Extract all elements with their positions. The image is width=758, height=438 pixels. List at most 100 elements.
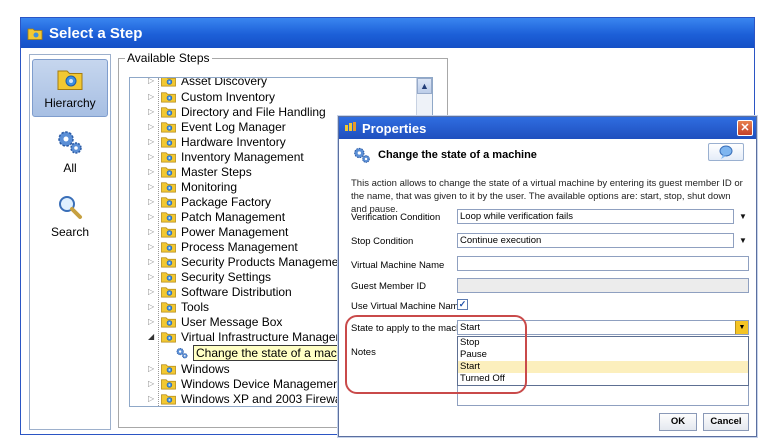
expand-arrow-icon[interactable]: ▷ xyxy=(148,152,158,161)
use-vm-name-label: Use Virtual Machine Name xyxy=(351,301,464,312)
stop-condition-select[interactable]: Continue execution xyxy=(457,233,734,248)
close-button[interactable]: ✕ xyxy=(737,120,753,136)
expand-arrow-icon[interactable]: ▷ xyxy=(148,197,158,206)
folder-icon xyxy=(161,121,176,133)
expand-arrow-icon[interactable]: ▷ xyxy=(148,257,158,266)
tree-node-label: Package Factory xyxy=(181,194,272,209)
nav-item-hierarchy[interactable]: Hierarchy xyxy=(32,59,108,117)
tree-node-windows-device[interactable]: ▷ Windows Device Management xyxy=(148,376,343,391)
folder-icon xyxy=(161,151,176,163)
tree-node-user-message-box[interactable]: ▷ User Message Box xyxy=(148,314,282,329)
expand-arrow-icon[interactable]: ▷ xyxy=(148,122,158,131)
tree-node-directory-file[interactable]: ▷ Directory and File Handling xyxy=(148,104,326,119)
gears-icon xyxy=(174,346,190,360)
tree-node-label: Master Steps xyxy=(181,164,252,179)
tree-node-windows[interactable]: ▷ Windows xyxy=(148,361,230,376)
available-steps-label: Available Steps xyxy=(125,51,212,65)
expand-arrow-icon[interactable]: ▷ xyxy=(148,137,158,146)
collapse-arrow-icon[interactable]: ◢ xyxy=(148,332,158,341)
cancel-button[interactable]: Cancel xyxy=(703,413,749,431)
tree-node-label: Custom Inventory xyxy=(181,89,276,104)
tree-node-label: Security Settings xyxy=(181,269,272,284)
gears-icon xyxy=(351,145,373,165)
expand-arrow-icon[interactable]: ▷ xyxy=(148,272,158,281)
tree-node-label: Power Management xyxy=(181,224,289,239)
folder-icon xyxy=(161,256,176,268)
tree-node-tools[interactable]: ▷ Tools xyxy=(148,299,209,314)
gears-icon xyxy=(55,127,85,157)
chevron-down-icon[interactable]: ▼ xyxy=(737,233,749,248)
folder-icon xyxy=(161,181,176,193)
tree-node-hardware-inventory[interactable]: ▷ Hardware Inventory xyxy=(148,134,286,149)
folder-icon xyxy=(161,301,176,313)
guest-member-id-input[interactable] xyxy=(457,278,749,293)
nav-item-all[interactable]: All xyxy=(32,127,108,175)
dialog-heading-text: Change the state of a machine xyxy=(378,149,537,161)
folder-icon xyxy=(161,77,176,87)
nav-label-search: Search xyxy=(50,225,90,239)
expand-arrow-icon[interactable]: ▷ xyxy=(148,242,158,251)
tree-node-change-state[interactable]: Change the state of a machine xyxy=(174,344,363,361)
tree-node-asset-discovery[interactable]: ▷ Asset Discovery xyxy=(148,77,267,88)
tree-node-windows-firewall[interactable]: ▷ Windows XP and 2003 Firewall xyxy=(148,391,347,406)
expand-arrow-icon[interactable]: ▷ xyxy=(148,78,158,85)
use-vm-name-checkbox[interactable]: ✓ xyxy=(457,299,468,310)
chevron-down-icon[interactable]: ▼ xyxy=(735,321,748,334)
dialog-title: Properties xyxy=(362,120,427,136)
tree-node-security-settings[interactable]: ▷ Security Settings xyxy=(148,269,271,284)
expand-arrow-icon[interactable]: ▷ xyxy=(148,364,158,373)
expand-arrow-icon[interactable]: ▷ xyxy=(148,379,158,388)
tree-node-label: Inventory Management xyxy=(181,149,304,164)
tree-node-label: Security Products Management xyxy=(181,254,349,269)
expand-arrow-icon[interactable]: ▷ xyxy=(148,182,158,191)
help-button[interactable] xyxy=(708,143,744,161)
vm-name-label: Virtual Machine Name xyxy=(351,260,445,271)
tree-node-label: Event Log Manager xyxy=(181,119,286,134)
expand-arrow-icon[interactable]: ▷ xyxy=(148,317,158,326)
tree-node-package-factory[interactable]: ▷ Package Factory xyxy=(148,194,271,209)
tree-node-security-products[interactable]: ▷ Security Products Management xyxy=(148,254,348,269)
tree-node-custom-inventory[interactable]: ▷ Custom Inventory xyxy=(148,89,275,104)
tree-node-monitoring[interactable]: ▷ Monitoring xyxy=(148,179,237,194)
expand-arrow-icon[interactable]: ▷ xyxy=(148,227,158,236)
tree-node-label: Software Distribution xyxy=(181,284,292,299)
folder-icon xyxy=(161,226,176,238)
tree-node-process-management[interactable]: ▷ Process Management xyxy=(148,239,298,254)
folder-icon xyxy=(161,211,176,223)
expand-arrow-icon[interactable]: ▷ xyxy=(148,302,158,311)
step-app-icon xyxy=(27,28,43,40)
tree-node-inventory-management[interactable]: ▷ Inventory Management xyxy=(148,149,304,164)
chevron-down-icon[interactable]: ▼ xyxy=(737,209,749,224)
tree-node-software-distribution[interactable]: ▷ Software Distribution xyxy=(148,284,292,299)
ok-button[interactable]: OK xyxy=(659,413,697,431)
tree-node-label: Monitoring xyxy=(181,179,238,194)
nav-item-search[interactable]: Search xyxy=(32,193,108,239)
folder-icon xyxy=(161,136,176,148)
tree-node-patch-management[interactable]: ▷ Patch Management xyxy=(148,209,285,224)
verification-condition-select[interactable]: Loop while verification fails xyxy=(457,209,734,224)
expand-arrow-icon[interactable]: ▷ xyxy=(148,107,158,116)
folder-icon xyxy=(161,316,176,328)
properties-icon xyxy=(345,122,356,131)
expand-arrow-icon[interactable]: ▷ xyxy=(148,167,158,176)
callout-highlight-ring xyxy=(345,315,527,394)
tree-node-label: Patch Management xyxy=(181,209,286,224)
folder-icon xyxy=(161,91,176,103)
tree-node-virtual-infrastructure[interactable]: ◢ Virtual Infrastructure Management xyxy=(148,329,362,344)
tree-node-master-steps[interactable]: ▷ Master Steps xyxy=(148,164,252,179)
tree-node-power-management[interactable]: ▷ Power Management xyxy=(148,224,288,239)
scroll-up-button[interactable]: ▲ xyxy=(417,78,432,94)
expand-arrow-icon[interactable]: ▷ xyxy=(148,287,158,296)
folder-icon xyxy=(161,271,176,283)
tree-node-label: Virtual Infrastructure Management xyxy=(181,329,363,344)
tree-node-label: Hardware Inventory xyxy=(181,134,286,149)
dialog-title-bar: Properties xyxy=(339,117,756,139)
expand-arrow-icon[interactable]: ▷ xyxy=(148,212,158,221)
stop-condition-label: Stop Condition xyxy=(351,236,414,247)
expand-arrow-icon[interactable]: ▷ xyxy=(148,92,158,101)
tree-node-event-log[interactable]: ▷ Event Log Manager xyxy=(148,119,286,134)
vm-name-input[interactable] xyxy=(457,256,749,271)
hierarchy-folder-icon xyxy=(57,70,83,90)
tree-node-label: Process Management xyxy=(181,239,298,254)
expand-arrow-icon[interactable]: ▷ xyxy=(148,394,158,403)
